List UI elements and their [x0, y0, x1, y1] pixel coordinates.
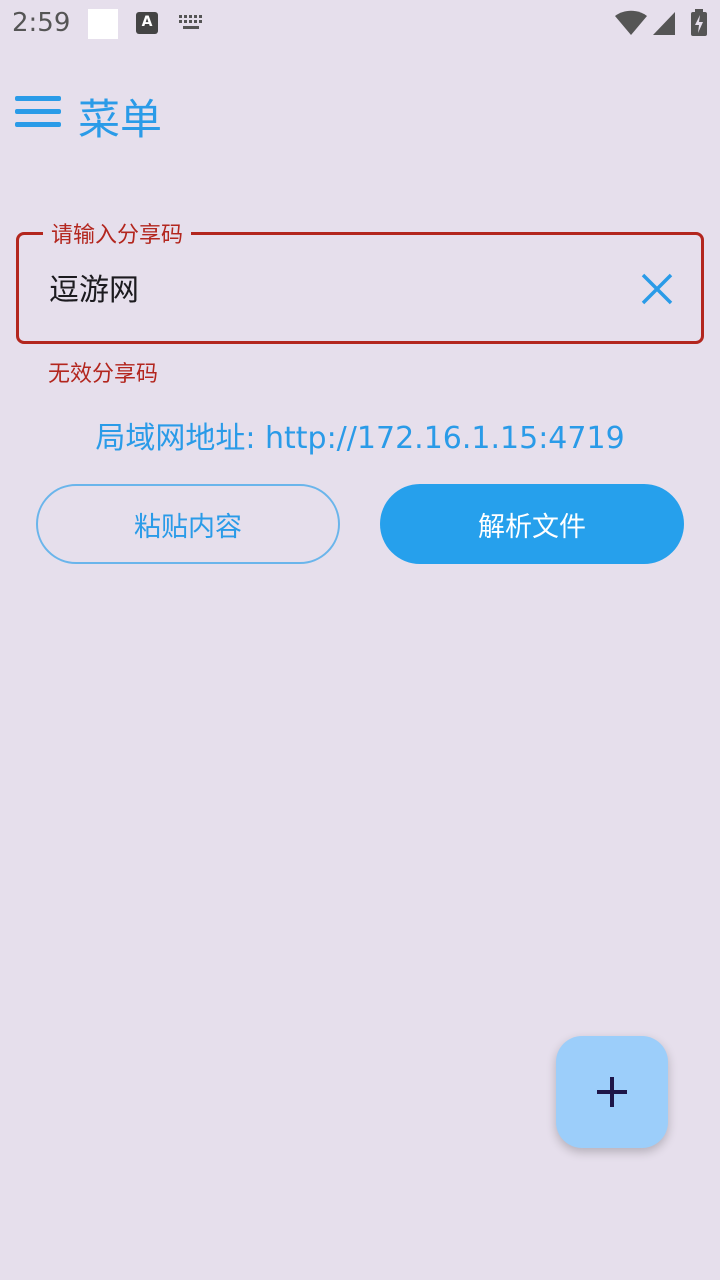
- top-app-bar: 菜单: [0, 80, 720, 146]
- add-icon-vertical: [610, 1077, 614, 1107]
- paste-content-button[interactable]: 粘贴内容: [36, 484, 340, 564]
- share-code-input[interactable]: [49, 267, 609, 307]
- add-fab-button[interactable]: [556, 1036, 668, 1148]
- notification-square-icon: [88, 9, 118, 39]
- close-icon[interactable]: [639, 271, 675, 307]
- status-bar: 2:59 A: [0, 0, 720, 50]
- hamburger-menu-icon[interactable]: [15, 94, 61, 130]
- menu-title[interactable]: 菜单: [78, 86, 162, 147]
- status-time: 2:59: [12, 8, 71, 38]
- a-icon: A: [136, 12, 158, 34]
- parse-file-label: 解析文件: [478, 511, 586, 543]
- battery-charging-icon: [691, 9, 707, 36]
- lan-address: 局域网地址: http://172.16.1.15:4719: [95, 421, 625, 456]
- share-code-error: 无效分享码: [48, 362, 159, 387]
- cell-signal-icon: [653, 12, 675, 35]
- wifi-icon: [615, 10, 647, 35]
- share-code-label: 请输入分享码: [43, 217, 192, 249]
- share-code-field[interactable]: 请输入分享码: [16, 217, 704, 344]
- paste-content-label: 粘贴内容: [134, 511, 242, 543]
- parse-file-button[interactable]: 解析文件: [380, 484, 684, 564]
- keyboard-icon: [179, 15, 202, 29]
